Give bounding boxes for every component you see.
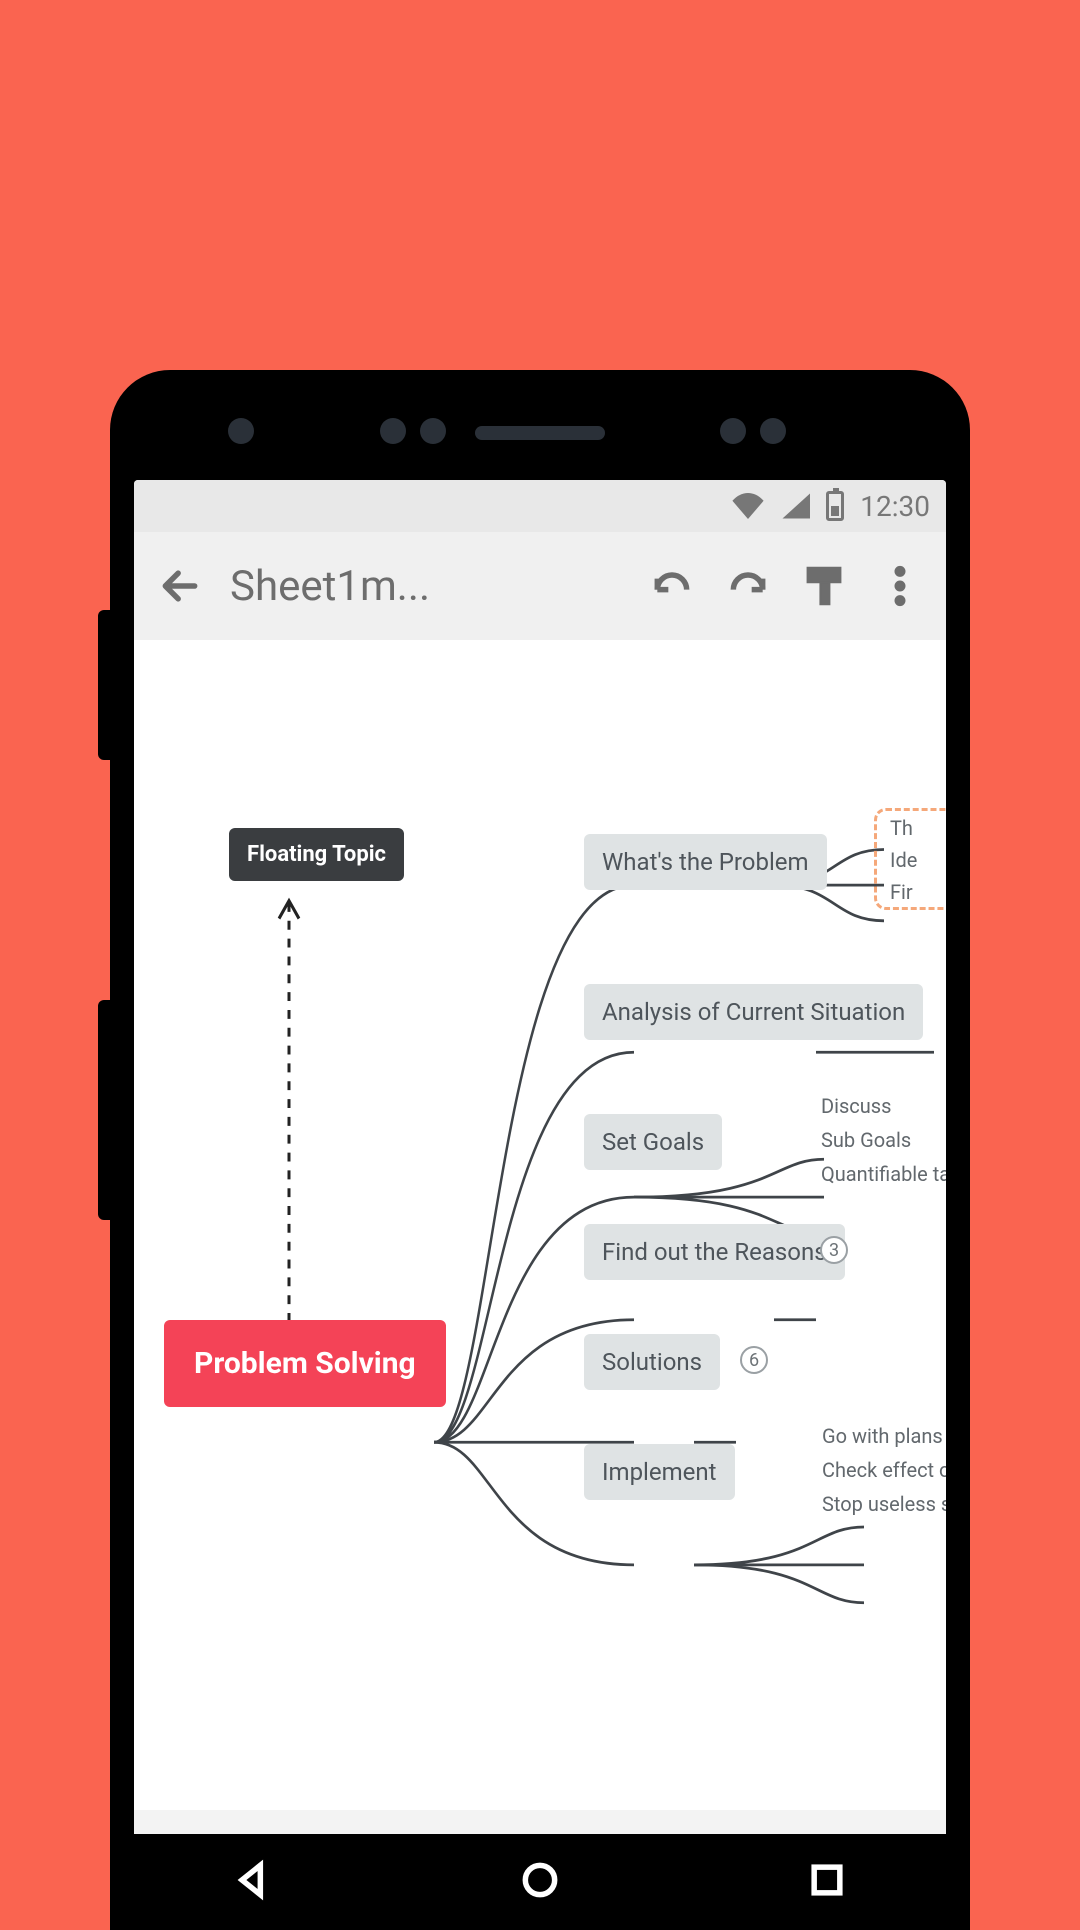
subtopic-text[interactable]: Quantifiable targe — [821, 1162, 946, 1186]
phone-sensor — [720, 418, 746, 444]
phone-sensor — [380, 418, 406, 444]
branch-node-5[interactable]: Solutions — [584, 1334, 720, 1390]
status-time: 12:30 — [860, 490, 930, 523]
root-node[interactable]: Problem Solving — [164, 1320, 446, 1407]
subtopic-text[interactable]: Fir — [890, 880, 913, 904]
count-badge[interactable]: 3 — [820, 1236, 848, 1264]
wifi-icon — [732, 493, 764, 519]
undo-button[interactable] — [646, 560, 698, 612]
branch-node-4[interactable]: Find out the Reasons — [584, 1224, 845, 1280]
phone-sensor — [228, 418, 254, 444]
nav-recent-button[interactable] — [805, 1858, 849, 1906]
phone-frame: 12:30 Sheet1m... — [110, 370, 970, 1930]
subtopic-text[interactable]: Sub Goals — [821, 1128, 911, 1152]
branch-node-3[interactable]: Set Goals — [584, 1114, 722, 1170]
subtopic-text[interactable]: Stop useless so — [822, 1492, 946, 1516]
subtopic-text[interactable]: Th — [890, 816, 913, 840]
format-button[interactable] — [798, 560, 850, 612]
count-badge[interactable]: 6 — [740, 1346, 768, 1374]
branch-node-6[interactable]: Implement — [584, 1444, 735, 1500]
document-title: Sheet1m... — [230, 562, 622, 611]
redo-button[interactable] — [722, 560, 774, 612]
more-menu-button[interactable] — [874, 560, 926, 612]
phone-sensor — [420, 418, 446, 444]
subtopic-text[interactable]: Check effect of — [822, 1458, 946, 1482]
back-button[interactable] — [154, 560, 206, 612]
phone-sensor — [760, 418, 786, 444]
branch-node-2[interactable]: Analysis of Current Situation — [584, 984, 923, 1040]
subtopic-text[interactable]: Discuss — [821, 1094, 891, 1118]
screen: 12:30 Sheet1m... — [134, 480, 946, 1930]
branch-node-1[interactable]: What's the Problem — [584, 834, 827, 890]
nav-back-button[interactable] — [231, 1858, 275, 1906]
nav-home-button[interactable] — [518, 1858, 562, 1906]
mindmap-canvas[interactable]: Floating Topic Problem Solving What's th… — [134, 640, 946, 1810]
subtopic-text[interactable]: Go with plans — [822, 1424, 943, 1448]
signal-icon — [780, 493, 810, 519]
android-nav-bar — [110, 1834, 970, 1930]
app-toolbar: Sheet1m... — [134, 532, 946, 640]
subtopic-text[interactable]: Ide — [890, 848, 917, 872]
phone-speaker — [475, 426, 605, 440]
status-bar: 12:30 — [134, 480, 946, 532]
battery-icon — [826, 491, 844, 521]
floating-topic-node[interactable]: Floating Topic — [229, 828, 404, 881]
